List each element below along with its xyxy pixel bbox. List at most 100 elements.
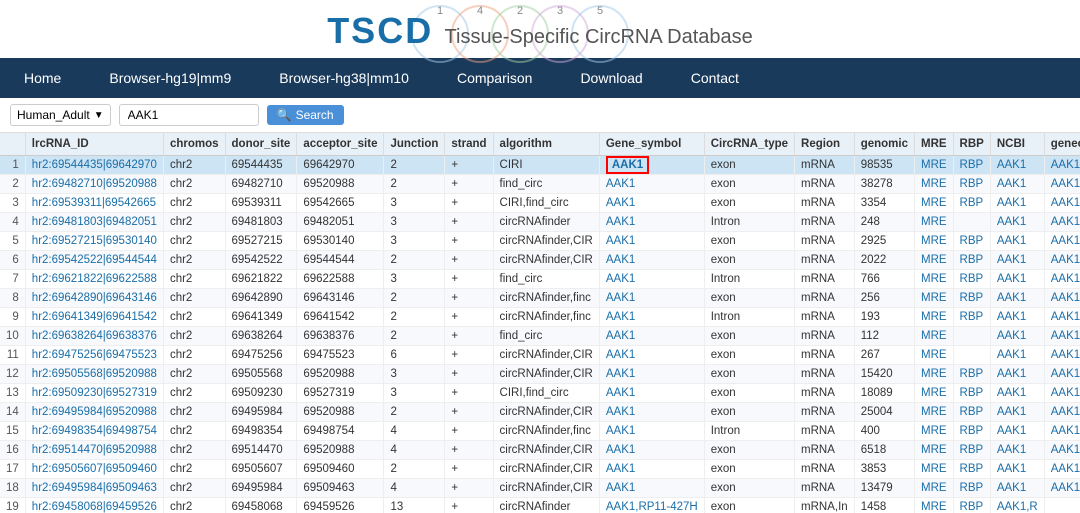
gene-symbol-cell[interactable]: AAK1 <box>599 403 704 422</box>
genecards-cell[interactable]: AAK1 <box>1044 384 1080 403</box>
ncbi-cell[interactable]: AAK1 <box>990 422 1044 441</box>
ncbi-cell[interactable]: AAK1 <box>990 403 1044 422</box>
ncbi-cell[interactable]: AAK1 <box>990 327 1044 346</box>
gene-symbol-cell[interactable]: AAK1 <box>599 194 704 213</box>
mre-cell[interactable]: MRE <box>914 498 953 513</box>
ncbi-cell[interactable]: AAK1 <box>990 441 1044 460</box>
genecards-cell[interactable]: AAK1 <box>1044 479 1080 498</box>
circrna-id-cell[interactable]: hr2:69621822|69622588 <box>25 270 163 289</box>
mre-cell[interactable]: MRE <box>914 270 953 289</box>
genecards-cell[interactable]: AAK1 <box>1044 251 1080 270</box>
rbp-cell[interactable]: RBP <box>953 232 990 251</box>
genecards-cell[interactable]: AAK1 <box>1044 308 1080 327</box>
rbp-cell[interactable]: RBP <box>953 403 990 422</box>
mre-cell[interactable]: MRE <box>914 232 953 251</box>
circrna-id-cell[interactable]: hr2:69638264|69638376 <box>25 327 163 346</box>
rbp-cell[interactable]: RBP <box>953 441 990 460</box>
gene-symbol-cell[interactable]: AAK1,RP11-427H <box>599 498 704 513</box>
rbp-cell[interactable]: RBP <box>953 251 990 270</box>
gene-symbol-cell[interactable]: AAK1 <box>599 232 704 251</box>
circrna-id-cell[interactable]: hr2:69544435|69642970 <box>25 156 163 175</box>
ncbi-cell[interactable]: AAK1 <box>990 346 1044 365</box>
rbp-cell[interactable]: RBP <box>953 194 990 213</box>
rbp-cell[interactable]: RBP <box>953 498 990 513</box>
ncbi-cell[interactable]: AAK1 <box>990 213 1044 232</box>
genecards-cell[interactable]: AAK1 <box>1044 289 1080 308</box>
mre-cell[interactable]: MRE <box>914 308 953 327</box>
genecards-cell[interactable]: AAK1 <box>1044 194 1080 213</box>
genecards-cell[interactable]: AAK1 <box>1044 422 1080 441</box>
rbp-cell[interactable]: RBP <box>953 289 990 308</box>
mre-cell[interactable]: MRE <box>914 175 953 194</box>
gene-symbol-cell[interactable]: AAK1 <box>599 422 704 441</box>
rbp-cell[interactable]: RBP <box>953 479 990 498</box>
nav-browser-hg19[interactable]: Browser-hg19|mm9 <box>85 58 255 98</box>
genecards-cell[interactable]: AAK1 <box>1044 270 1080 289</box>
ncbi-cell[interactable]: AAK1 <box>990 308 1044 327</box>
genecards-cell[interactable]: AAK1 <box>1044 213 1080 232</box>
mre-cell[interactable]: MRE <box>914 251 953 270</box>
rbp-cell[interactable]: RBP <box>953 175 990 194</box>
rbp-cell[interactable]: RBP <box>953 422 990 441</box>
circrna-id-cell[interactable]: hr2:69642890|69643146 <box>25 289 163 308</box>
mre-cell[interactable]: MRE <box>914 365 953 384</box>
mre-cell[interactable]: MRE <box>914 194 953 213</box>
genecards-cell[interactable]: AAK1 <box>1044 403 1080 422</box>
circrna-id-cell[interactable]: hr2:69509230|69527319 <box>25 384 163 403</box>
circrna-id-cell[interactable]: hr2:69641349|69641542 <box>25 308 163 327</box>
mre-cell[interactable]: MRE <box>914 213 953 232</box>
gene-symbol-cell[interactable]: AAK1 <box>599 289 704 308</box>
genecards-cell[interactable]: AAK1 <box>1044 365 1080 384</box>
gene-symbol-cell[interactable]: AAK1 <box>599 346 704 365</box>
rbp-cell[interactable]: RBP <box>953 384 990 403</box>
genecards-cell[interactable]: AAK1 <box>1044 441 1080 460</box>
genecards-cell[interactable]: AAK1 <box>1044 175 1080 194</box>
mre-cell[interactable]: MRE <box>914 403 953 422</box>
genecards-cell[interactable]: AAK1 <box>1044 232 1080 251</box>
genecards-cell[interactable]: AAK1 <box>1044 327 1080 346</box>
gene-symbol-cell[interactable]: AAK1 <box>599 308 704 327</box>
circrna-id-cell[interactable]: hr2:69482710|69520988 <box>25 175 163 194</box>
circrna-id-cell[interactable]: hr2:69505607|69509460 <box>25 460 163 479</box>
ncbi-cell[interactable]: AAK1,R <box>990 498 1044 513</box>
circrna-id-cell[interactable]: hr2:69527215|69530140 <box>25 232 163 251</box>
rbp-cell[interactable]: RBP <box>953 460 990 479</box>
circrna-id-cell[interactable]: hr2:69514470|69520988 <box>25 441 163 460</box>
nav-home[interactable]: Home <box>0 58 85 98</box>
gene-symbol-cell[interactable]: AAK1 <box>599 460 704 479</box>
mre-cell[interactable]: MRE <box>914 346 953 365</box>
nav-contact[interactable]: Contact <box>667 58 763 98</box>
gene-symbol-cell[interactable]: AAK1 <box>599 270 704 289</box>
gene-symbol-cell[interactable]: AAK1 <box>599 479 704 498</box>
circrna-id-cell[interactable]: hr2:69498354|69498754 <box>25 422 163 441</box>
mre-cell[interactable]: MRE <box>914 384 953 403</box>
mre-cell[interactable]: MRE <box>914 479 953 498</box>
ncbi-cell[interactable]: AAK1 <box>990 251 1044 270</box>
nav-browser-hg38[interactable]: Browser-hg38|mm10 <box>255 58 433 98</box>
gene-symbol-cell[interactable]: AAK1 <box>599 327 704 346</box>
genecards-cell[interactable]: AAK1 <box>1044 156 1080 175</box>
search-input[interactable] <box>119 104 259 126</box>
ncbi-cell[interactable]: AAK1 <box>990 232 1044 251</box>
circrna-id-cell[interactable]: hr2:69481803|69482051 <box>25 213 163 232</box>
gene-symbol-cell[interactable]: AAK1 <box>599 384 704 403</box>
mre-cell[interactable]: MRE <box>914 460 953 479</box>
mre-cell[interactable]: MRE <box>914 422 953 441</box>
gene-symbol-cell[interactable]: AAK1 <box>599 251 704 270</box>
ncbi-cell[interactable]: AAK1 <box>990 384 1044 403</box>
gene-symbol-cell[interactable]: AAK1 <box>599 156 704 175</box>
circrna-id-cell[interactable]: hr2:69458068|69459526 <box>25 498 163 513</box>
mre-cell[interactable]: MRE <box>914 156 953 175</box>
gene-symbol-cell[interactable]: AAK1 <box>599 175 704 194</box>
rbp-cell[interactable]: RBP <box>953 365 990 384</box>
ncbi-cell[interactable]: AAK1 <box>990 270 1044 289</box>
search-button[interactable]: 🔍 Search <box>267 105 344 125</box>
gene-symbol-cell[interactable]: AAK1 <box>599 213 704 232</box>
circrna-id-cell[interactable]: hr2:69539311|69542665 <box>25 194 163 213</box>
ncbi-cell[interactable]: AAK1 <box>990 194 1044 213</box>
genecards-cell[interactable] <box>1044 498 1080 513</box>
genecards-cell[interactable]: AAK1 <box>1044 346 1080 365</box>
circrna-id-cell[interactable]: hr2:69505568|69520988 <box>25 365 163 384</box>
ncbi-cell[interactable]: AAK1 <box>990 460 1044 479</box>
mre-cell[interactable]: MRE <box>914 441 953 460</box>
